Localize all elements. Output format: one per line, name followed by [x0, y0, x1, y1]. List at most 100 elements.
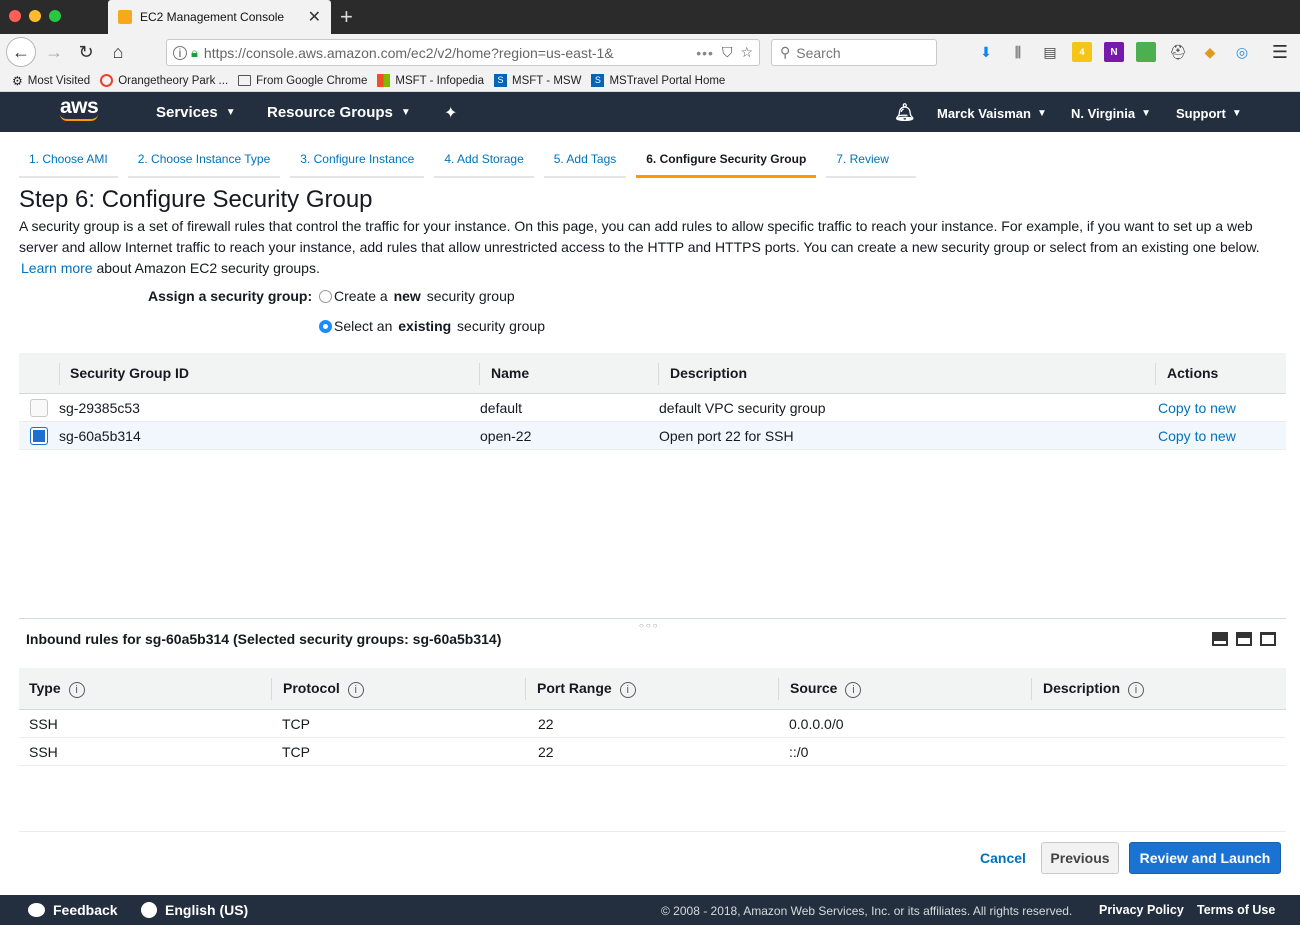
chevron-down-icon: ▼	[1036, 108, 1047, 119]
url-bar[interactable]: i 🔒︎ https://console.aws.amazon.com/ec2/…	[166, 39, 760, 66]
extension-notes-icon[interactable]: 4	[1072, 42, 1092, 62]
search-icon: ⚲	[780, 44, 791, 60]
panel-split-icon[interactable]	[1236, 632, 1252, 646]
library-icon[interactable]: ⫼	[1008, 42, 1028, 62]
user-label: Marck Vaisman	[937, 106, 1031, 121]
column-divider	[658, 363, 659, 385]
extension-blue-icon[interactable]: ◎	[1232, 42, 1252, 62]
header-security-group-id[interactable]: Security Group ID	[70, 365, 189, 381]
radio-create-new[interactable]: Create a new security group	[319, 288, 515, 304]
pocket-icon[interactable]: ⛉	[722, 44, 733, 61]
info-icon[interactable]: i	[619, 682, 636, 698]
copy-to-new-link[interactable]: Copy to new	[1158, 400, 1236, 416]
services-menu[interactable]: Services ▼	[156, 104, 236, 121]
table-row[interactable]: sg-29385c53 default default VPC security…	[19, 394, 1286, 422]
terms-of-use-link[interactable]: Terms of Use	[1197, 903, 1275, 917]
row-checkbox[interactable]	[30, 398, 48, 417]
browser-tab-active[interactable]: EC2 Management Console ✕	[108, 0, 331, 34]
hamburger-menu-icon[interactable]: ☰	[1272, 42, 1288, 63]
actions-divider	[19, 831, 1286, 832]
search-bar[interactable]: ⚲ Search	[771, 39, 937, 66]
info-icon[interactable]: i	[1128, 682, 1145, 698]
feedback-button[interactable]: Feedback	[28, 902, 118, 918]
tab-add-tags[interactable]: 5. Add Tags	[543, 146, 627, 178]
window-controls	[9, 10, 61, 22]
region-menu[interactable]: N. Virginia ▼	[1071, 106, 1151, 121]
copy-to-new-link[interactable]: Copy to new	[1158, 428, 1236, 444]
extension-mask-icon[interactable]: ⛑	[1168, 42, 1188, 62]
chevron-down-icon: ▼	[1141, 108, 1151, 119]
table-header: Security Group ID Name Description Actio…	[19, 353, 1286, 394]
page-title: Step 6: Configure Security Group	[19, 186, 373, 213]
panel-maximize-icon[interactable]	[1260, 632, 1276, 646]
bell-icon[interactable]: 🔔︎	[894, 103, 916, 123]
learn-more-link[interactable]: Learn more	[21, 260, 93, 276]
new-tab-icon[interactable]: +	[340, 4, 353, 30]
cell-type: SSH	[29, 716, 58, 732]
maximize-window-button[interactable]	[49, 10, 61, 22]
resource-groups-menu[interactable]: Resource Groups ▼	[267, 104, 411, 121]
radio-select-existing[interactable]: Select an existing security group	[319, 318, 545, 334]
cancel-button[interactable]: Cancel	[980, 850, 1026, 866]
tab-review[interactable]: 7. Review	[826, 146, 916, 178]
bookmark-label: MSFT - Infopedia	[395, 74, 485, 87]
reload-icon[interactable]: ↻	[72, 38, 100, 66]
bookmark-google-chrome-folder[interactable]: From Google Chrome	[238, 75, 367, 87]
bookmark-star-icon[interactable]: ☆	[740, 44, 753, 61]
sidebar-icon[interactable]: ▤	[1040, 42, 1060, 62]
bookmark-mstravel[interactable]: S MSTravel Portal Home	[591, 74, 725, 87]
radio-create-new-input[interactable]	[319, 289, 332, 303]
tab-configure-instance[interactable]: 3. Configure Instance	[290, 146, 425, 178]
bookmark-label: From Google Chrome	[256, 74, 368, 87]
minimize-window-button[interactable]	[29, 10, 41, 22]
row-checkbox[interactable]	[30, 426, 48, 445]
tab-configure-security-group[interactable]: 6. Configure Security Group	[636, 146, 817, 178]
cell-port-range: 22	[538, 744, 554, 760]
info-icon[interactable]: i	[173, 45, 187, 60]
previous-button[interactable]: Previous	[1041, 842, 1119, 874]
forward-icon[interactable]: →	[40, 38, 68, 66]
tab-choose-instance-type[interactable]: 2. Choose Instance Type	[127, 146, 281, 178]
bookmark-most-visited[interactable]: ⚙ Most Visited	[12, 74, 90, 88]
tab-choose-ami[interactable]: 1. Choose AMI	[19, 146, 118, 178]
info-icon[interactable]: i	[68, 682, 85, 698]
aws-logo[interactable]: aws	[60, 96, 104, 121]
home-icon[interactable]: ⌂	[104, 38, 132, 66]
page-actions-icon[interactable]: •••	[696, 45, 714, 61]
url-text[interactable]: https://console.aws.amazon.com/ec2/v2/ho…	[204, 45, 690, 61]
panel-size-controls	[1212, 632, 1276, 646]
resize-grip-icon[interactable]: ○○○	[639, 621, 660, 630]
tab-close-icon[interactable]: ✕	[308, 7, 321, 27]
extension-color-icon[interactable]: ◆	[1200, 42, 1220, 62]
review-and-launch-button[interactable]: Review and Launch	[1129, 842, 1281, 874]
support-menu[interactable]: Support ▼	[1176, 106, 1242, 121]
panel-resize-divider[interactable]	[19, 618, 1286, 619]
header-name[interactable]: Name	[491, 365, 529, 381]
info-icon[interactable]: i	[845, 682, 862, 698]
header-description[interactable]: Description	[670, 365, 747, 381]
column-divider	[1155, 363, 1156, 385]
user-menu[interactable]: Marck Vaisman ▼	[937, 106, 1047, 121]
language-selector[interactable]: English (US)	[141, 902, 248, 918]
onenote-icon[interactable]: N	[1104, 42, 1124, 62]
panel-minimize-icon[interactable]	[1212, 632, 1228, 646]
cell-description: Open port 22 for SSH	[659, 427, 794, 444]
bookmark-msft-msw[interactable]: S MSFT - MSW	[494, 74, 581, 87]
tab-add-storage[interactable]: 4. Add Storage	[434, 146, 534, 178]
orangetheory-icon	[100, 74, 114, 87]
back-icon[interactable]: ←	[6, 37, 36, 67]
extension-green-icon[interactable]	[1136, 42, 1156, 62]
bookmark-orangetheory[interactable]: Orangetheory Park ...	[100, 74, 228, 87]
radio-select-existing-input[interactable]	[319, 319, 332, 333]
browser-titlebar: EC2 Management Console ✕ +	[0, 0, 1300, 34]
radio-label: Create a	[334, 288, 392, 304]
privacy-policy-link[interactable]: Privacy Policy	[1099, 903, 1184, 917]
pin-icon[interactable]: ✦	[444, 103, 457, 123]
column-divider	[1031, 678, 1032, 700]
info-icon[interactable]: i	[347, 682, 364, 698]
download-icon[interactable]: ⬇	[976, 42, 996, 62]
table-row[interactable]: sg-60a5b314 open-22 Open port 22 for SSH…	[19, 422, 1286, 450]
close-window-button[interactable]	[9, 10, 21, 22]
bookmark-msft-infopedia[interactable]: MSFT - Infopedia	[377, 74, 484, 87]
chevron-down-icon: ▼	[225, 107, 236, 118]
